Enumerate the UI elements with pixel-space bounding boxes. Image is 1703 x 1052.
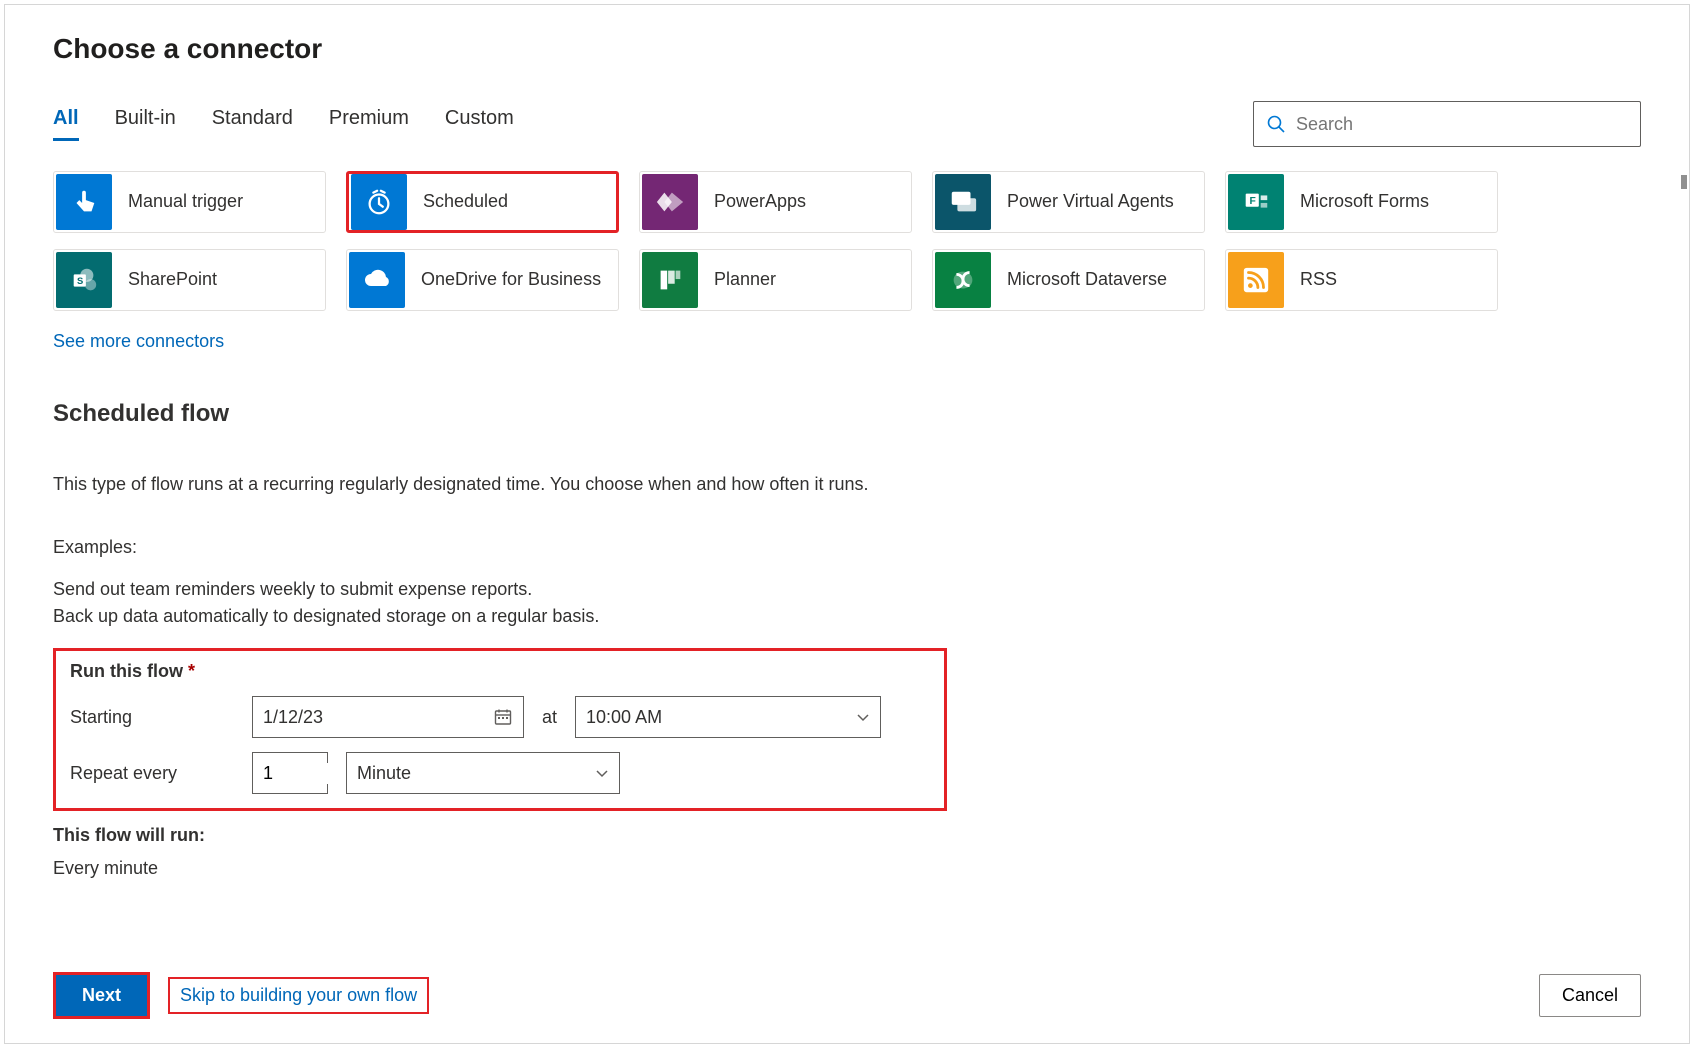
chat-icon	[935, 174, 991, 230]
connector-scheduled[interactable]: Scheduled	[346, 171, 619, 233]
will-run-label: This flow will run:	[53, 825, 1641, 846]
repeat-row: Repeat every Minute	[70, 752, 930, 794]
next-button[interactable]: Next	[53, 972, 150, 1019]
scheduled-description: This type of flow runs at a recurring re…	[53, 474, 1641, 495]
connector-label: SharePoint	[114, 269, 217, 291]
tabs-row: All Built-in Standard Premium Custom	[53, 101, 1641, 147]
connector-grid: Manual trigger Scheduled PowerApps Power…	[53, 171, 1641, 311]
repeat-unit-value: Minute	[357, 763, 411, 784]
starting-date-value: 1/12/23	[263, 707, 323, 728]
run-title-text: Run this flow	[70, 661, 183, 681]
examples-label: Examples:	[53, 537, 1641, 558]
required-marker: *	[188, 661, 195, 681]
connector-label: Microsoft Dataverse	[993, 269, 1167, 291]
connector-dataverse[interactable]: Microsoft Dataverse	[932, 249, 1205, 311]
repeat-label: Repeat every	[70, 763, 234, 784]
connector-manual-trigger[interactable]: Manual trigger	[53, 171, 326, 233]
page-title: Choose a connector	[53, 33, 1641, 65]
see-more-connectors-link[interactable]: See more connectors	[53, 331, 224, 352]
starting-time-select[interactable]: 10:00 AM	[575, 696, 881, 738]
connector-tabs: All Built-in Standard Premium Custom	[53, 107, 514, 141]
repeat-count-input[interactable]	[252, 752, 328, 794]
dataverse-icon	[935, 252, 991, 308]
skip-link[interactable]: Skip to building your own flow	[168, 977, 429, 1014]
planner-icon	[642, 252, 698, 308]
connector-label: OneDrive for Business	[407, 269, 601, 291]
tab-premium[interactable]: Premium	[329, 107, 409, 141]
starting-row: Starting 1/12/23 at 10:00 AM	[70, 696, 930, 738]
connector-onedrive-business[interactable]: OneDrive for Business	[346, 249, 619, 311]
cloud-icon	[349, 252, 405, 308]
svg-text:S: S	[77, 276, 83, 286]
sharepoint-icon: S	[56, 252, 112, 308]
connector-label: Microsoft Forms	[1286, 191, 1429, 213]
connector-sharepoint[interactable]: S SharePoint	[53, 249, 326, 311]
example-line: Back up data automatically to designated…	[53, 603, 1641, 630]
tab-all[interactable]: All	[53, 107, 79, 141]
run-this-flow-panel: Run this flow * Starting 1/12/23 at 10:0…	[53, 648, 947, 811]
calendar-icon	[493, 707, 513, 727]
svg-text:F: F	[1249, 196, 1255, 207]
clock-icon	[351, 174, 407, 230]
diamond-icon	[642, 174, 698, 230]
search-input[interactable]	[1296, 114, 1628, 135]
connector-microsoft-forms[interactable]: F Microsoft Forms	[1225, 171, 1498, 233]
chevron-down-icon	[595, 766, 609, 780]
connector-powerapps[interactable]: PowerApps	[639, 171, 912, 233]
connector-label: Manual trigger	[114, 191, 243, 213]
dialog-footer: Next Skip to building your own flow Canc…	[53, 972, 1641, 1019]
scrollbar[interactable]	[1681, 175, 1687, 189]
choose-connector-dialog: Choose a connector All Built-in Standard…	[4, 4, 1690, 1044]
hand-tap-icon	[56, 174, 112, 230]
will-run-value: Every minute	[53, 858, 1641, 879]
connector-label: RSS	[1286, 269, 1337, 291]
at-label: at	[542, 707, 557, 728]
tab-standard[interactable]: Standard	[212, 107, 293, 141]
scheduled-flow-heading: Scheduled flow	[53, 400, 1641, 428]
run-this-flow-label: Run this flow *	[70, 661, 930, 682]
connector-planner[interactable]: Planner	[639, 249, 912, 311]
tab-built-in[interactable]: Built-in	[115, 107, 176, 141]
repeat-unit-select[interactable]: Minute	[346, 752, 620, 794]
cancel-button[interactable]: Cancel	[1539, 974, 1641, 1017]
search-icon	[1266, 114, 1286, 134]
starting-time-value: 10:00 AM	[586, 707, 662, 728]
starting-label: Starting	[70, 707, 234, 728]
forms-icon: F	[1228, 174, 1284, 230]
search-box[interactable]	[1253, 101, 1641, 147]
chevron-down-icon	[856, 710, 870, 724]
connector-label: Planner	[700, 269, 776, 291]
tab-custom[interactable]: Custom	[445, 107, 514, 141]
connector-label: Power Virtual Agents	[993, 191, 1174, 213]
rss-icon	[1228, 252, 1284, 308]
starting-date-input[interactable]: 1/12/23	[252, 696, 524, 738]
connector-label: PowerApps	[700, 191, 806, 213]
connector-rss[interactable]: RSS	[1225, 249, 1498, 311]
connector-power-virtual-agents[interactable]: Power Virtual Agents	[932, 171, 1205, 233]
connector-label: Scheduled	[409, 191, 508, 213]
example-line: Send out team reminders weekly to submit…	[53, 576, 1641, 603]
